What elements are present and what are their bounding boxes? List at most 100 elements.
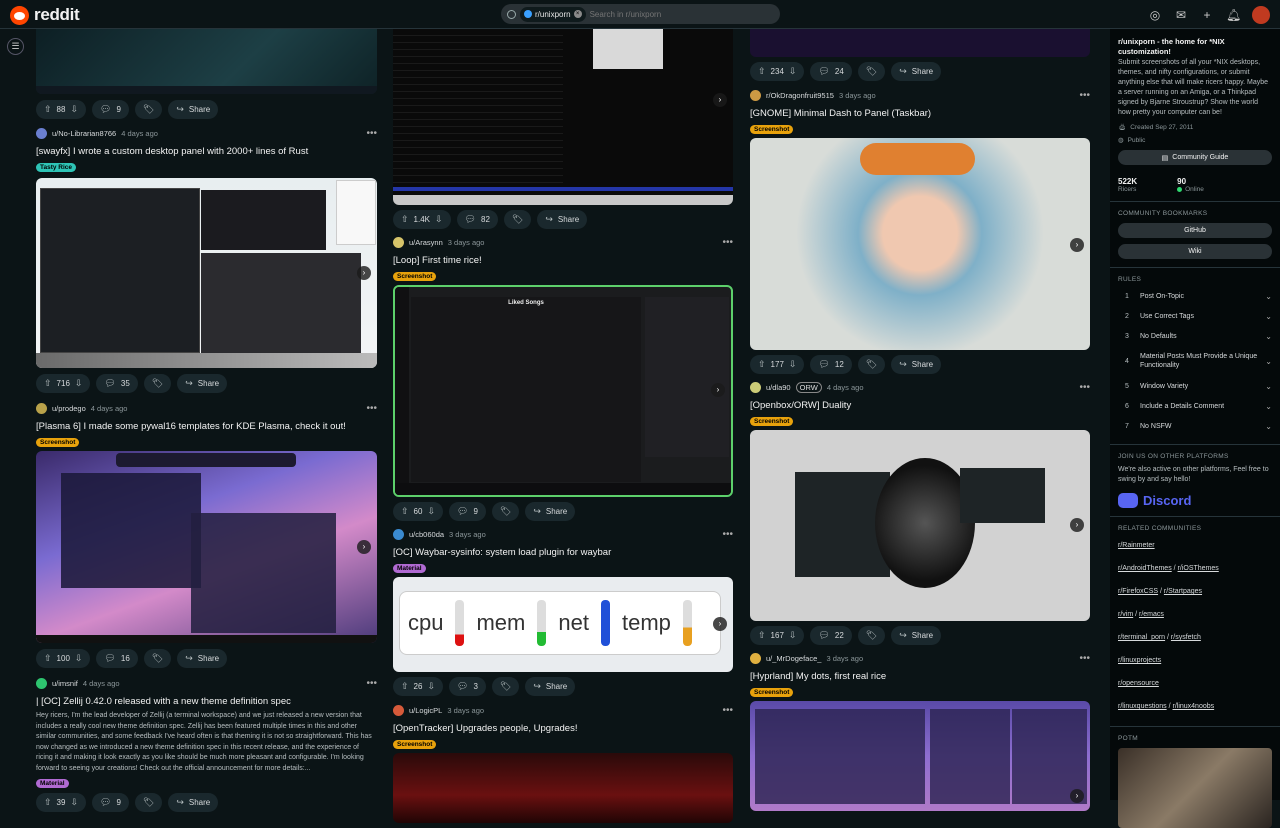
post-image[interactable]: › — [393, 29, 733, 205]
share-button[interactable]: ↪ Share — [525, 502, 576, 521]
post-title[interactable]: [swayfx] I wrote a custom desktop panel … — [36, 146, 377, 158]
post-author[interactable]: u/LogicPL — [409, 706, 442, 715]
share-button[interactable]: ↪ Share — [168, 100, 219, 119]
comments-button[interactable]: 💬︎ 3 — [449, 677, 486, 696]
related-link[interactable]: r/FirefoxCSS — [1118, 588, 1158, 595]
post-author[interactable]: u/Arasynn — [409, 238, 443, 247]
more-options-icon[interactable]: ••• — [722, 237, 733, 248]
share-button[interactable]: ↪ Share — [177, 374, 228, 393]
save-button[interactable]: 🏷︎ — [134, 100, 163, 119]
more-options-icon[interactable]: ••• — [1079, 382, 1090, 393]
more-options-icon[interactable]: ••• — [1079, 653, 1090, 664]
advertise-icon[interactable]: ◎ — [1148, 8, 1162, 22]
potm-image[interactable] — [1118, 748, 1272, 828]
more-options-icon[interactable]: ••• — [722, 705, 733, 716]
discord-link[interactable]: Discord — [1118, 493, 1272, 508]
save-button[interactable]: 🏷︎ — [143, 649, 172, 668]
more-options-icon[interactable]: ••• — [722, 529, 733, 540]
post-image[interactable] — [393, 753, 733, 823]
post-card[interactable]: u/Arasynn 3 days ago ••• [Loop] First time… — [393, 236, 733, 521]
post-image[interactable]: › — [750, 701, 1090, 811]
post-card[interactable]: u/LogicPL 3 days ago ••• [OpenTracker] Upg… — [393, 704, 733, 823]
comments-button[interactable]: 💬︎ 82 — [456, 210, 498, 229]
rule-item[interactable]: 4 Material Posts Must Provide a Unique Fu… — [1118, 346, 1272, 376]
share-button[interactable]: ↪ Share — [891, 355, 942, 374]
post-title[interactable]: [Openbox/ORW] Duality — [750, 400, 1090, 412]
related-link[interactable]: r/Startpages — [1164, 588, 1202, 595]
save-button[interactable]: 🏷︎ — [503, 210, 532, 229]
save-button[interactable]: 🏷︎ — [857, 355, 886, 374]
related-link[interactable]: r/opensource — [1118, 672, 1272, 695]
post-image[interactable] — [36, 29, 377, 94]
save-button[interactable]: 🏷︎ — [491, 677, 520, 696]
more-options-icon[interactable]: ••• — [366, 128, 377, 139]
related-link[interactable]: r/linuxquestions — [1118, 703, 1167, 710]
post-image[interactable]: › — [36, 451, 377, 643]
post-card[interactable]: u/No-Librarian8766 4 days ago ••• [swayfx]… — [36, 127, 377, 393]
post-flair[interactable]: Screenshot — [36, 438, 80, 447]
next-image-icon[interactable]: › — [1070, 238, 1084, 252]
post-author[interactable]: r/OkDragonfruit9515 — [766, 91, 834, 100]
vote-button[interactable]: ⇧ 39 ⇩ — [36, 793, 86, 812]
search-input[interactable] — [589, 9, 760, 19]
rule-item[interactable]: 1 Post On-Topic ⌄ — [1118, 286, 1272, 306]
next-image-icon[interactable]: › — [1070, 518, 1084, 532]
search-subreddit-chip[interactable]: r/unixporn × — [520, 6, 586, 22]
next-image-icon[interactable]: › — [713, 617, 727, 631]
post-image[interactable] — [750, 29, 1090, 57]
post-title[interactable]: [GNOME] Minimal Dash to Panel (Taskbar) — [750, 108, 1090, 120]
share-button[interactable]: ↪ Share — [177, 649, 228, 668]
post-card[interactable]: u/prodego 4 days ago ••• [Plasma 6] I made… — [36, 402, 377, 668]
vote-button[interactable]: ⇧ 60 ⇩ — [393, 502, 443, 521]
vote-button[interactable]: ⇧ 167 ⇩ — [750, 626, 805, 645]
comments-button[interactable]: 💬︎ 12 — [810, 355, 852, 374]
notifications-icon[interactable]: 🔔︎ — [1226, 8, 1241, 22]
next-image-icon[interactable]: › — [711, 383, 725, 397]
related-link[interactable]: r/vim — [1118, 611, 1133, 618]
post-flair[interactable]: Screenshot — [393, 740, 437, 749]
bookmark-wiki-button[interactable]: Wiki — [1118, 244, 1272, 259]
next-image-icon[interactable]: › — [713, 93, 727, 107]
vote-button[interactable]: ⇧ 716 ⇩ — [36, 374, 91, 393]
related-link[interactable]: r/sysfetch — [1171, 634, 1201, 641]
comments-button[interactable]: 💬︎ 22 — [810, 626, 852, 645]
related-link[interactable]: r/iOSThemes — [1178, 565, 1219, 572]
next-image-icon[interactable]: › — [357, 266, 371, 280]
community-guide-button[interactable]: ▤ Community Guide — [1118, 150, 1272, 165]
rule-item[interactable]: 6 Include a Details Comment ⌄ — [1118, 396, 1272, 416]
post-flair[interactable]: Material — [36, 779, 69, 788]
save-button[interactable]: 🏷︎ — [491, 502, 520, 521]
rule-item[interactable]: 5 Window Variety ⌄ — [1118, 376, 1272, 396]
reddit-logo[interactable]: reddit — [10, 5, 80, 25]
related-link[interactable]: r/AndroidThemes — [1118, 565, 1172, 572]
comments-button[interactable]: 💬︎ 35 — [96, 374, 138, 393]
post-image[interactable]: › — [750, 138, 1090, 350]
next-image-icon[interactable]: › — [1070, 789, 1084, 803]
post-card[interactable]: u/_MrDogeface_ 3 days ago ••• [Hyprland] M… — [750, 652, 1090, 811]
comments-button[interactable]: 💬︎ 9 — [449, 502, 486, 521]
post-flair[interactable]: Screenshot — [750, 417, 794, 426]
user-avatar[interactable] — [1252, 6, 1270, 24]
bookmark-github-button[interactable]: GitHub — [1118, 223, 1272, 238]
save-button[interactable]: 🏷︎ — [134, 793, 163, 812]
post-flair[interactable]: Screenshot — [750, 125, 794, 134]
save-button[interactable]: 🏷︎ — [857, 626, 886, 645]
comments-button[interactable]: 💬︎ 24 — [810, 62, 852, 81]
close-icon[interactable]: × — [573, 10, 582, 18]
related-link[interactable]: r/terminal_porn — [1118, 634, 1165, 641]
next-image-icon[interactable]: › — [357, 540, 371, 554]
post-title[interactable]: | [OC] Zellij 0.42.0 released with a new… — [36, 696, 377, 708]
vote-button[interactable]: ⇧ 100 ⇩ — [36, 649, 91, 668]
post-card[interactable]: u/cb060da 3 days ago ••• [OC] Waybar-sysin… — [393, 528, 733, 696]
vote-button[interactable]: ⇧ 1.4K ⇩ — [393, 210, 451, 229]
vote-button[interactable]: ⇧ 177 ⇩ — [750, 355, 805, 374]
save-button[interactable]: 🏷︎ — [143, 374, 172, 393]
vote-button[interactable]: ⇧ 234 ⇩ — [750, 62, 805, 81]
post-author[interactable]: u/prodego — [52, 404, 86, 413]
post-title[interactable]: [Loop] First time rice! — [393, 255, 733, 267]
post-card[interactable]: u/dla90 ORW 4 days ago ••• [Openbox/ORW] Du… — [750, 381, 1090, 645]
rule-item[interactable]: 3 No Defaults ⌄ — [1118, 326, 1272, 346]
more-options-icon[interactable]: ••• — [366, 403, 377, 414]
post-image[interactable]: cpu mem net temp › — [393, 577, 733, 672]
related-link[interactable]: r/linux4noobs — [1172, 703, 1214, 710]
